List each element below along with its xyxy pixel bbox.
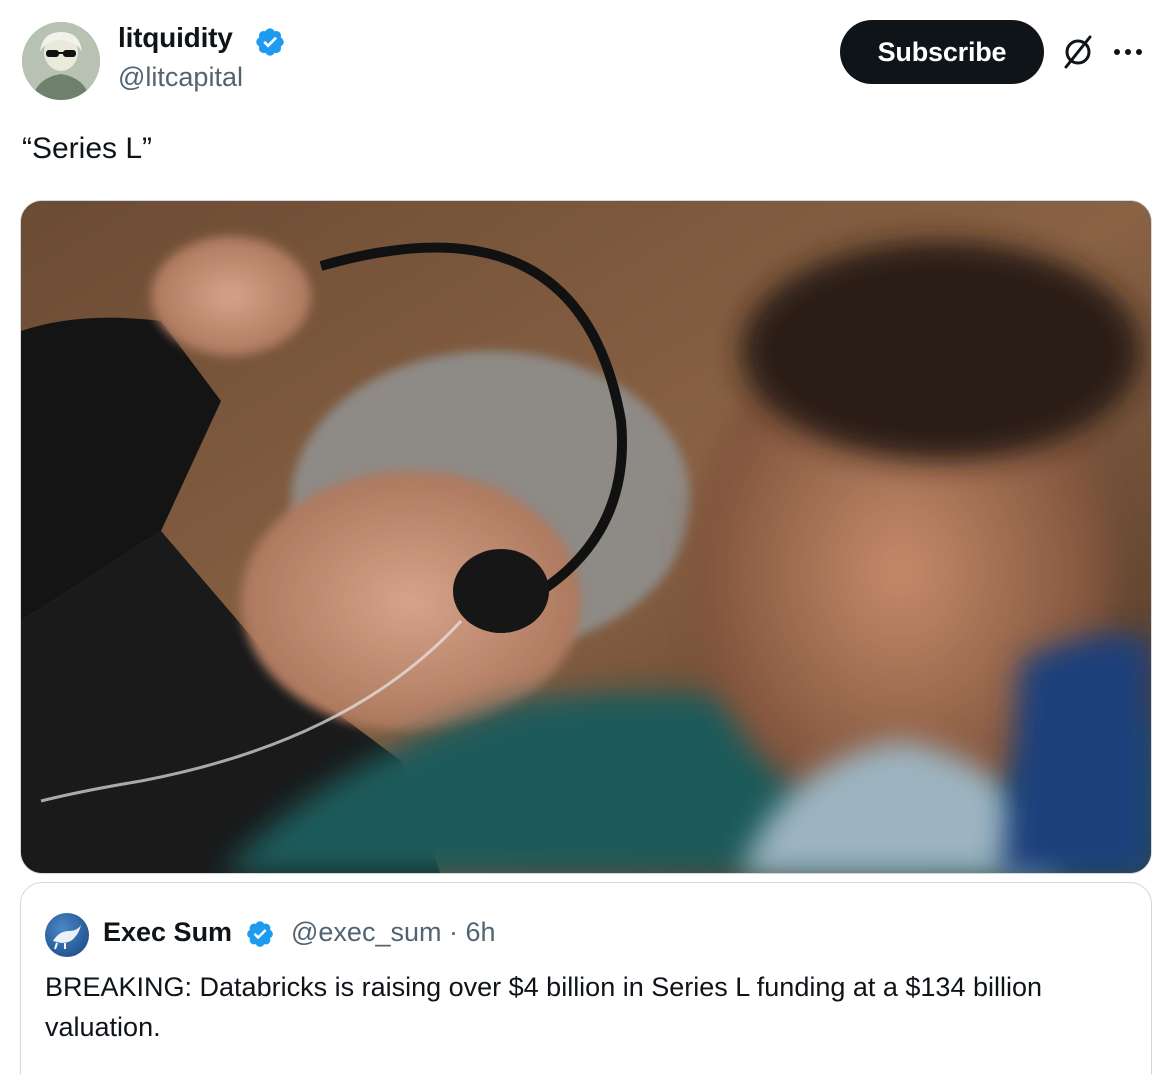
media-photo [21,201,1151,873]
verified-badge-icon [247,921,273,947]
quoted-author-handle-time[interactable]: @exec_sum · 6h [291,917,496,948]
quoted-author-avatar[interactable] [45,913,89,957]
quoted-tweet-text: BREAKING: Databricks is raising over $4 … [45,972,1043,1042]
author-avatar[interactable] [22,22,100,100]
verified-badge-icon [256,28,284,56]
dot [1114,49,1120,55]
author-handle[interactable]: @litcapital [118,62,243,93]
tweet-media-image[interactable] [20,200,1152,874]
grok-icon[interactable] [1058,32,1098,72]
tweet-card: litquidity @litcapital Subscribe “Series… [0,0,1172,1074]
author-name[interactable]: litquidity [118,22,233,54]
dot [1136,49,1142,55]
tweet-text: “Series L” [22,132,153,165]
bull-logo-icon [53,925,81,950]
dot [1125,49,1131,55]
author-avatar-image [22,22,100,100]
more-options-icon[interactable] [1114,40,1154,64]
subscribe-button[interactable]: Subscribe [840,20,1044,84]
quoted-tweet[interactable]: Exec Sum @exec_sum · 6h BREAKING: Databr… [20,882,1152,1074]
quoted-author-name[interactable]: Exec Sum [103,917,232,948]
